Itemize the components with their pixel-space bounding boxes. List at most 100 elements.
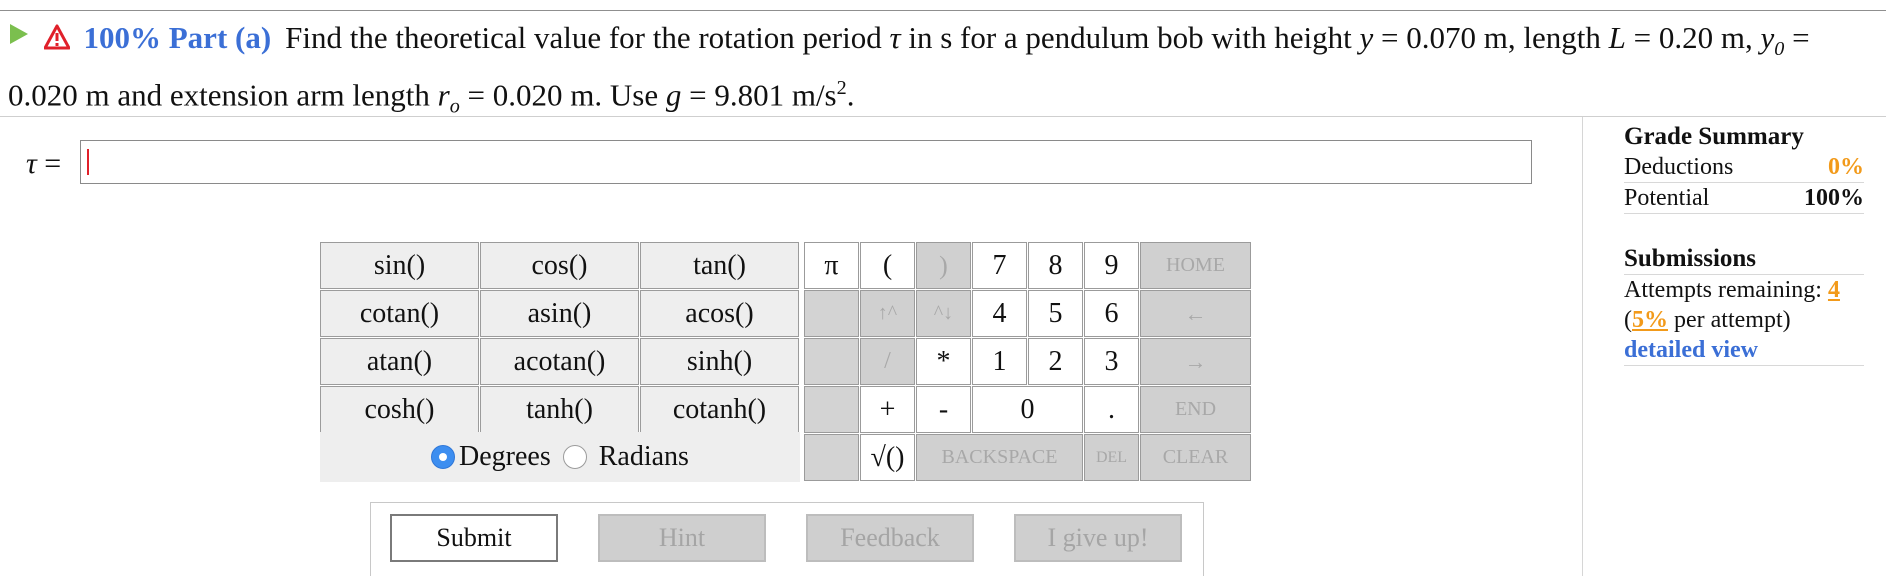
question-text: 0.020 m and extension arm length [8,77,438,113]
submissions-title: Submissions [1624,244,1864,275]
question-text: = 0.20 m, [1625,20,1761,55]
key-clear: CLEAR [1140,434,1251,481]
grade-summary-title: Grade Summary [1624,123,1804,150]
deductions-value: 0% [1828,154,1864,180]
key-sqrt[interactable]: √() [860,434,915,481]
key-cotan[interactable]: cotan() [320,290,479,337]
key-6[interactable]: 6 [1084,290,1139,337]
radians-label: Radians [598,441,689,472]
play-icon[interactable] [10,24,28,44]
key-1[interactable]: 1 [972,338,1027,385]
key-right-arrow: → [1140,338,1251,385]
tau-symbol: τ [889,20,901,55]
detailed-view-link[interactable]: detailed view [1624,335,1864,366]
question-line-2: 0.020 m and extension arm length ro = 0.… [8,66,855,118]
key-delete: DEL [1084,434,1139,481]
key-4[interactable]: 4 [972,290,1027,337]
key-superscript: ↑^ [860,290,915,337]
key-end: END [1140,386,1251,433]
key-8[interactable]: 8 [1028,242,1083,289]
key-blank [804,338,859,385]
key-left-arrow: ← [1140,290,1251,337]
progress-percent: 100% [83,20,162,55]
answer-symbol: τ [26,147,37,180]
key-atan[interactable]: atan() [320,338,479,385]
key-cotanh[interactable]: cotanh() [640,386,799,433]
question-text: = [1784,20,1810,55]
key-multiply[interactable]: * [916,338,971,385]
submit-button[interactable]: Submit [390,514,558,562]
var-g: g [665,77,682,113]
key-plus[interactable]: + [860,386,915,433]
key-cos[interactable]: cos() [480,242,639,289]
var-y0: y [1760,20,1775,55]
per-attempt-open: ( [1624,307,1632,333]
key-pi[interactable]: π [804,242,859,289]
potential-row: Potential 100% [1624,183,1864,214]
question-text: = 0.070 m, length [1373,20,1609,55]
top-divider [0,10,1886,11]
key-tanh[interactable]: tanh() [480,386,639,433]
key-left-paren[interactable]: ( [860,242,915,289]
part-label: Part (a) [168,20,272,55]
per-attempt: (5% per attempt) [1624,305,1864,335]
attempts-remaining: Attempts remaining: 4 [1624,275,1864,305]
key-home: HOME [1140,242,1251,289]
question-text: in s for a pendulum bob with height [900,20,1360,55]
key-asin[interactable]: asin() [480,290,639,337]
warning-icon [43,24,70,50]
hint-button: Hint [598,514,766,562]
sidebar: Grade Summary Deductions 0% Potential 10… [1624,122,1864,366]
degrees-radio[interactable] [431,445,456,469]
key-backspace: BACKSPACE [916,434,1083,481]
per-attempt-value: 5% [1632,307,1668,333]
feedback-button: Feedback [806,514,974,562]
key-blank [804,290,859,337]
key-blank [804,386,859,433]
question-line-1: 100% Part (a) Find the theoretical value … [10,16,1810,60]
deductions-row: Deductions 0% [1624,152,1864,183]
question-text: Find the theoretical value for the rotat… [285,20,890,55]
key-decimal[interactable]: . [1084,386,1139,433]
key-0[interactable]: 0 [972,386,1083,433]
question-text: . [846,77,855,113]
key-right-paren: ) [916,242,971,289]
key-5[interactable]: 5 [1028,290,1083,337]
question-divider [0,116,1886,117]
question-text: = 9.801 m/s [681,77,837,113]
var-L: L [1608,20,1626,55]
degrees-label: Degrees [459,441,551,472]
key-sin[interactable]: sin() [320,242,479,289]
var-r: r [437,77,450,113]
sidebar-divider [1582,117,1583,576]
key-acotan[interactable]: acotan() [480,338,639,385]
text-cursor [87,149,89,175]
radians-radio[interactable] [562,445,587,469]
key-cosh[interactable]: cosh() [320,386,479,433]
superscript-2: 2 [836,77,847,99]
question-text: = 0.020 m. Use [459,77,666,113]
key-acos[interactable]: acos() [640,290,799,337]
subscript-0: 0 [1774,38,1785,61]
key-blank [804,434,859,481]
key-tan[interactable]: tan() [640,242,799,289]
potential-label: Potential [1624,185,1710,211]
answer-input[interactable] [80,140,1532,184]
per-attempt-text: per attempt) [1668,307,1791,333]
key-7[interactable]: 7 [972,242,1027,289]
key-3[interactable]: 3 [1084,338,1139,385]
key-minus[interactable]: - [916,386,971,433]
deductions-label: Deductions [1624,154,1734,180]
attempts-value: 4 [1827,277,1840,303]
key-2[interactable]: 2 [1028,338,1083,385]
var-y: y [1359,20,1374,55]
key-9[interactable]: 9 [1084,242,1139,289]
angle-mode-group: Degrees Radians [320,432,800,482]
key-subscript: ^↓ [916,290,971,337]
potential-value: 100% [1804,185,1864,211]
key-sinh[interactable]: sinh() [640,338,799,385]
answer-label: τ = [26,144,61,184]
answer-equals: = [36,147,62,180]
attempts-label: Attempts remaining: [1624,277,1828,303]
subscript-o: o [449,95,460,118]
